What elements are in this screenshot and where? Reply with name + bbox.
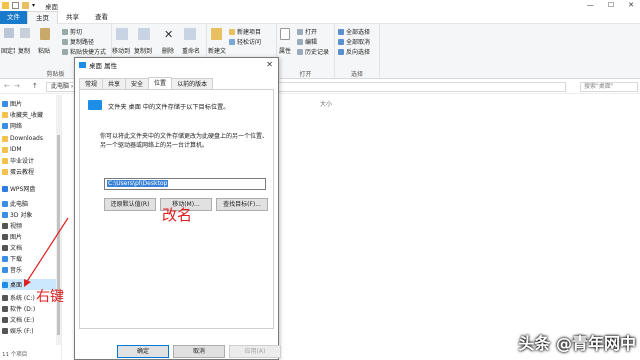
annotation-arrow [24, 217, 69, 287]
watermark: 头条 @青年网中 [518, 334, 636, 353]
tab-location[interactable]: 位置 [148, 77, 173, 89]
arrow-line [25, 217, 69, 284]
